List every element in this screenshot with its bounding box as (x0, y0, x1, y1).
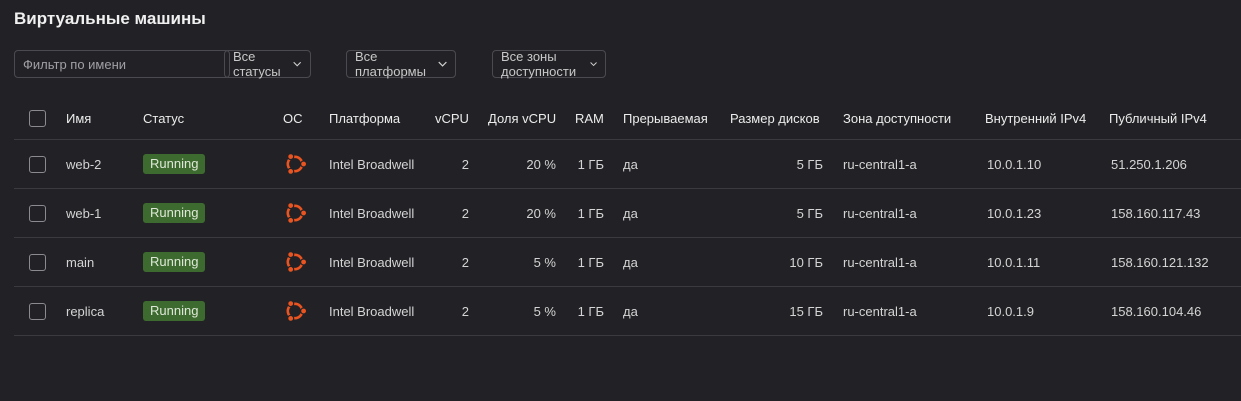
preemptible-cell: да (623, 254, 638, 270)
vcpu-cell: 2 (461, 156, 469, 172)
zone-filter-label: Все зоны доступности (501, 49, 577, 79)
platform-cell: Intel Broadwell (329, 205, 415, 221)
chevron-down-icon (590, 62, 597, 67)
vcpu-cell: 2 (461, 205, 469, 221)
internal-ip-cell: 10.0.1.11 (987, 254, 1041, 270)
header-preemptible[interactable]: Прерываемая (623, 97, 708, 139)
platform-filter-dropdown[interactable]: Все платформы (346, 49, 456, 79)
public-ip-cell: 51.250.1.206 (1111, 156, 1187, 172)
public-ip-cell: 158.160.117.43 (1111, 205, 1201, 221)
vm-name[interactable]: web-1 (66, 189, 101, 237)
ram-cell: 1 ГБ (577, 303, 604, 319)
internal-ip-cell: 10.0.1.23 (987, 205, 1042, 221)
internal-ip-cell: 10.0.1.10 (987, 156, 1042, 172)
vcpu-share-cell: 5 % (533, 254, 556, 270)
header-zone[interactable]: Зона доступности (843, 97, 951, 139)
status-badge: Running (143, 154, 206, 174)
platform-cell: Intel Broadwell (329, 254, 415, 270)
vcpu-share-cell: 5 % (533, 303, 556, 319)
disk-size-cell: 5 ГБ (796, 156, 823, 172)
status-filter-dropdown[interactable]: Все статусы (224, 49, 311, 79)
disk-size-cell: 5 ГБ (796, 205, 823, 221)
platform-cell: Intel Broadwell (329, 156, 415, 172)
disk-size-cell: 10 ГБ (789, 254, 823, 270)
header-status[interactable]: Статус (143, 97, 184, 139)
status-filter-label: Все статусы (233, 49, 281, 79)
zone-cell: ru-central1-a (843, 156, 917, 172)
ram-cell: 1 ГБ (577, 156, 604, 172)
header-vcpu-share[interactable]: Доля vCPU (488, 97, 556, 139)
header-os[interactable]: ОС (283, 97, 303, 139)
zone-cell: ru-central1-a (843, 254, 917, 270)
ubuntu-icon (282, 287, 308, 335)
vm-name[interactable]: replica (66, 287, 104, 335)
header-platform[interactable]: Платформа (329, 97, 400, 139)
status-badge: Running (143, 203, 206, 223)
vcpu-cell: 2 (461, 303, 469, 319)
zone-filter-dropdown[interactable]: Все зоны доступности (492, 49, 607, 79)
header-public-ip[interactable]: Публичный IPv4 (1109, 97, 1207, 139)
preemptible-cell: да (623, 303, 638, 319)
name-filter-input[interactable] (14, 50, 230, 78)
header-disk-size[interactable]: Размер дисков (730, 97, 820, 139)
row-checkbox[interactable] (29, 155, 46, 173)
ubuntu-icon (282, 238, 308, 286)
table-row[interactable]: web-1 Running Intel Broadwell 2 20 % 1 Г… (14, 189, 1241, 238)
row-checkbox[interactable] (29, 302, 46, 320)
ram-cell: 1 ГБ (577, 254, 604, 270)
row-checkbox[interactable] (29, 204, 46, 222)
header-name[interactable]: Имя (66, 97, 91, 139)
page-title: Виртуальные машины (14, 9, 206, 28)
preemptible-cell: да (623, 205, 638, 221)
status-badge: Running (143, 252, 206, 272)
vcpu-share-cell: 20 % (526, 156, 556, 172)
ram-cell: 1 ГБ (577, 205, 604, 221)
table-row[interactable]: web-2 Running Intel Broadwell 2 20 % 1 Г… (14, 140, 1241, 189)
header-vcpu[interactable]: vCPU (435, 97, 469, 139)
ubuntu-icon (282, 140, 308, 188)
preemptible-cell: да (623, 156, 638, 172)
public-ip-cell: 158.160.104.46 (1111, 303, 1202, 319)
vm-name[interactable]: web-2 (66, 140, 101, 188)
platform-cell: Intel Broadwell (329, 303, 415, 319)
zone-cell: ru-central1-a (843, 205, 917, 221)
chevron-down-icon (293, 61, 302, 67)
disk-size-cell: 15 ГБ (789, 303, 823, 319)
table-row[interactable]: replica Running Intel Broadwell 2 5 % 1 … (14, 287, 1241, 336)
row-checkbox[interactable] (29, 253, 46, 271)
platform-filter-label: Все платформы (355, 49, 426, 79)
select-all-checkbox[interactable] (29, 109, 46, 127)
header-internal-ip[interactable]: Внутренний IPv4 (985, 97, 1086, 139)
status-badge: Running (143, 301, 206, 321)
vcpu-cell: 2 (461, 254, 469, 270)
chevron-down-icon (438, 61, 447, 67)
table-row[interactable]: main Running Intel Broadwell 2 5 % 1 ГБ … (14, 238, 1241, 287)
vcpu-share-cell: 20 % (526, 205, 556, 221)
ubuntu-icon (282, 189, 308, 237)
table-header: Имя Статус ОС Платформа vCPU Доля vCPU R… (14, 97, 1241, 140)
zone-cell: ru-central1-a (843, 303, 917, 319)
public-ip-cell: 158.160.121.132 (1111, 254, 1209, 270)
internal-ip-cell: 10.0.1.9 (987, 303, 1034, 319)
vm-name[interactable]: main (66, 238, 94, 286)
header-ram[interactable]: RAM (575, 97, 604, 139)
